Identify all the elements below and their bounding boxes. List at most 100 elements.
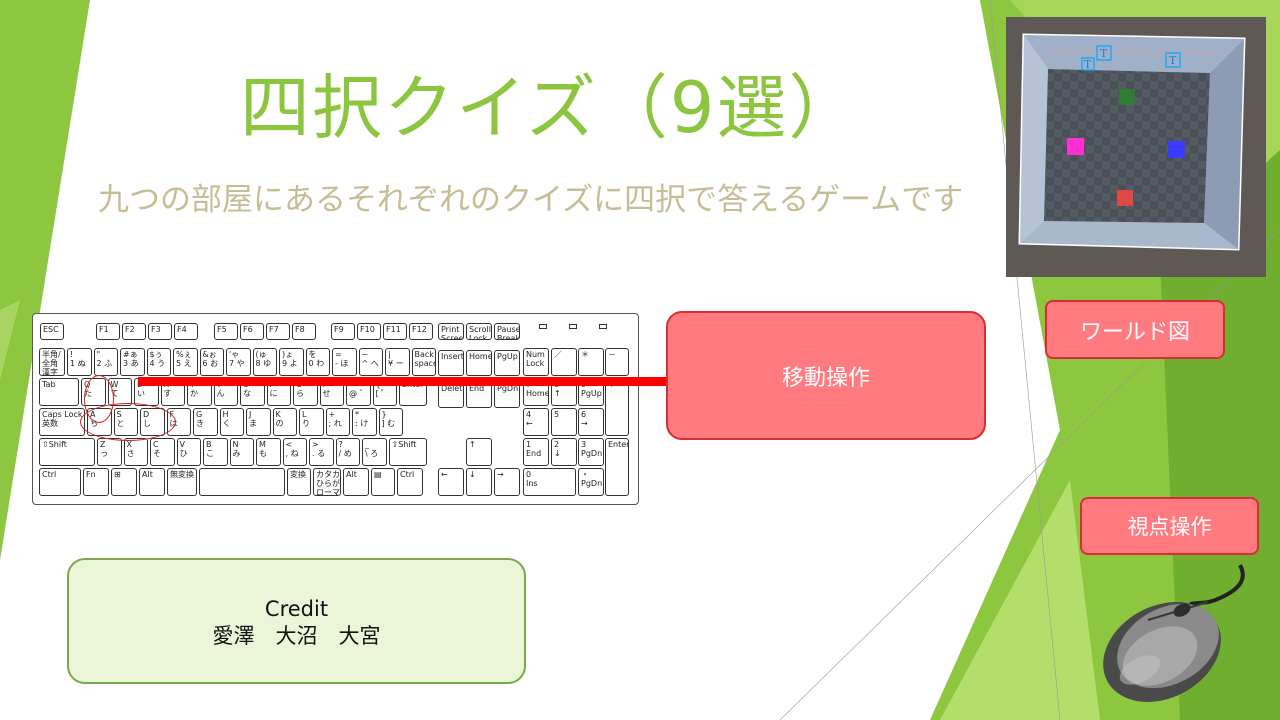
key-fn-9: F9 (331, 323, 355, 340)
slide-subtitle: 九つの部屋にあるそれぞれのクイズに四択で答えるゲームです (98, 182, 964, 218)
key-num-0: 半角/ 全角 漢字 (39, 348, 65, 376)
key-nav-1: Home (466, 350, 492, 376)
key-z-5: B こ (203, 438, 228, 466)
map-marker-1: T (1084, 58, 1092, 71)
key-fn-8: F8 (292, 323, 316, 340)
lock-led-0 (539, 324, 547, 329)
key-a-2: S と (113, 408, 138, 436)
key-num-11: = - ほ (332, 348, 357, 376)
key-numpad-0: Num Lock (523, 348, 549, 376)
key-fn-13: Print Screen (438, 323, 464, 340)
key-bottom-5 (199, 468, 285, 496)
world-map-callout: ワールド図 (1045, 300, 1225, 359)
key-fn-15: Pause Break (494, 323, 520, 340)
key-bottom-2: ⊞ (111, 468, 137, 496)
key-bottom-6: 変換 (287, 468, 311, 496)
key-a-0: Caps Lock 英数 (39, 408, 85, 436)
key-num-10: を 0 わ (305, 348, 330, 376)
key-a-6: H く (219, 408, 244, 436)
key-q-0: Tab (39, 378, 79, 406)
key-num-7: 'ゃ 7 や (226, 348, 251, 376)
key-numpad-16: ・ PgDn (578, 468, 604, 496)
key-arrow-right: → (494, 468, 520, 496)
key-num-14: Back space (411, 348, 436, 376)
key-bottom-1: Fn (83, 468, 109, 496)
key-fn-6: F6 (240, 323, 264, 340)
key-fn-5: F5 (214, 323, 238, 340)
key-z-8: < , ね (282, 438, 307, 466)
keyboard-illustration: ESC F1 F2 F3 F4 F5 F6 F7 F8 F9 F10 F11 F12 Print Scre… (32, 313, 639, 505)
move-controls-callout: 移動操作 (666, 311, 986, 440)
key-a-10: + ; れ (325, 408, 350, 436)
key-a-7: J ま (246, 408, 271, 436)
map-cube-blue (1168, 141, 1185, 158)
key-numpad-8: 4 ← (523, 408, 549, 436)
key-arrow-down: ↓ (466, 468, 492, 496)
key-z-3: C そ (150, 438, 175, 466)
key-num-4: $ぅ 4 う (146, 348, 171, 376)
key-numpad-9: 5 (551, 408, 577, 436)
key-num-5: %ぇ 5 え (173, 348, 198, 376)
key-arrow-up: ↑ (466, 438, 492, 466)
key-q-1: Q た (81, 378, 106, 406)
key-numpad-12: 2 ↓ (551, 438, 577, 466)
key-nav-0: Insert (438, 350, 464, 376)
key-z-12: ⇧Shift (388, 438, 427, 466)
key-a-5: G き (193, 408, 218, 436)
key-num-8: (ゅ 8 ゆ (252, 348, 277, 376)
key-numpad-14: Enter (605, 438, 629, 496)
key-fn-0: ESC (40, 323, 64, 340)
key-z-11: _ \ ろ (362, 438, 387, 466)
world-map-image: T T T (1006, 17, 1266, 277)
credit-names: 愛澤 大沼 大宮 (212, 624, 381, 648)
credit-heading: Credit (264, 597, 329, 621)
view-controls-callout: 視点操作 (1080, 497, 1259, 555)
key-numpad-7: + (605, 378, 629, 436)
key-fn-4: F4 (174, 323, 198, 340)
key-bottom-4: 無変換 (167, 468, 197, 496)
key-arrow-left: ← (438, 468, 464, 496)
key-numpad-2: ＊ (578, 348, 604, 376)
map-cube-red (1117, 190, 1133, 206)
key-z-0: ⇧Shift (39, 438, 95, 466)
key-a-1: A ち (87, 408, 112, 436)
key-a-3: D し (140, 408, 165, 436)
key-bottom-0: Ctrl (39, 468, 81, 496)
key-bottom-10: Ctrl (397, 468, 423, 496)
key-num-9: )ょ 9 よ (279, 348, 304, 376)
map-cube-green (1119, 89, 1135, 105)
map-marker-2: T (1100, 47, 1108, 60)
key-numpad-13: 3 PgDn (578, 438, 604, 466)
key-num-1: ! 1 ぬ (67, 348, 92, 376)
key-fn-2: F2 (122, 323, 146, 340)
key-num-3: #ぁ 3 あ (120, 348, 145, 376)
key-z-4: V ひ (176, 438, 201, 466)
key-numpad-3: － (605, 348, 629, 376)
key-z-1: Z っ (97, 438, 122, 466)
lock-led-2 (599, 324, 607, 329)
key-a-12: } ] む (378, 408, 403, 436)
key-fn-12: F12 (409, 323, 433, 340)
key-fn-10: F10 (357, 323, 381, 340)
key-bottom-3: Alt (139, 468, 165, 496)
key-numpad-10: 6 → (578, 408, 604, 436)
mouse-illustration (1103, 564, 1245, 702)
key-bottom-7: カタカナ ひらがな ローマ字 (313, 468, 341, 496)
key-fn-7: F7 (266, 323, 290, 340)
key-a-8: K の (272, 408, 297, 436)
key-fn-1: F1 (96, 323, 120, 340)
key-a-9: L り (299, 408, 324, 436)
move-callout-connector (138, 377, 668, 386)
key-z-9: > . る (309, 438, 334, 466)
key-a-4: F は (166, 408, 191, 436)
key-fn-11: F11 (383, 323, 407, 340)
key-z-7: M も (256, 438, 281, 466)
key-bottom-9: ▤ (371, 468, 395, 496)
credit-box: Credit 愛澤 大沼 大宮 (67, 558, 526, 684)
key-num-13: | ¥ ー (385, 348, 410, 376)
map-cube-magenta (1067, 138, 1084, 155)
key-bottom-8: Alt (343, 468, 369, 496)
key-num-6: &ぉ 6 お (199, 348, 224, 376)
key-z-6: N み (229, 438, 254, 466)
key-num-2: " 2 ふ (93, 348, 118, 376)
